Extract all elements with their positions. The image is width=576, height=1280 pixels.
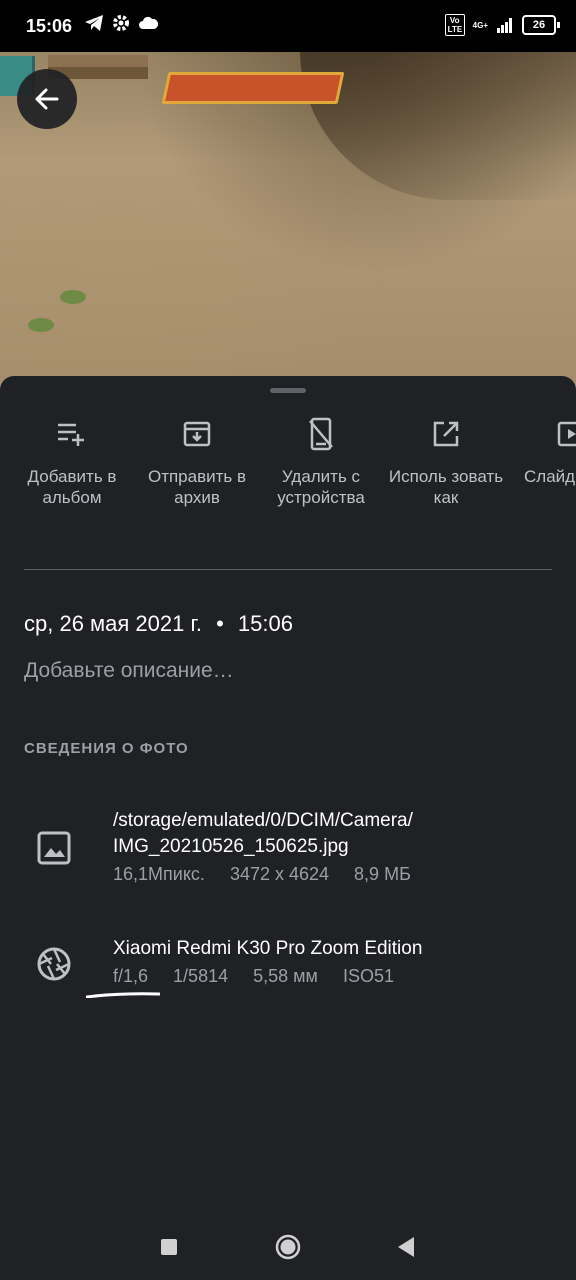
file-resolution: 3472 x 4624 — [229, 864, 330, 884]
photo-bench — [48, 55, 148, 67]
photo-grass — [28, 318, 54, 332]
slideshow-button[interactable]: Слайд — [508, 416, 576, 487]
status-notification-icons — [84, 14, 158, 32]
slideshow-label: Слайд — [524, 467, 576, 486]
datetime-separator: • — [216, 611, 224, 636]
file-megapixels: 16,1Мпикс. — [113, 864, 205, 884]
camera-iso: ISO51 — [342, 966, 394, 986]
battery-icon: 26 — [522, 15, 560, 35]
archive-button[interactable]: Отправить в архив — [135, 416, 259, 508]
camera-shutter: 1/5814 — [173, 966, 229, 986]
photo-date: ср, 26 мая 2021 г. — [24, 611, 202, 636]
photo-sandbox — [161, 72, 345, 104]
home-button[interactable] — [274, 1233, 302, 1261]
section-title: СВЕДЕНИЯ О ФОТО — [24, 740, 189, 757]
cloud-icon — [139, 16, 158, 29]
add-to-album-button[interactable]: Добавить в альбом — [10, 416, 134, 508]
telegram-icon — [85, 15, 103, 31]
delete-from-device-button[interactable]: Удалить с устройства — [259, 416, 383, 508]
photo-grass — [60, 290, 86, 304]
status-system-icons: Vo LTE 4G+ 26 — [444, 14, 560, 36]
archive-icon — [183, 421, 211, 447]
back-button[interactable] — [17, 69, 77, 129]
use-as-label: Исполь зовать как — [388, 467, 504, 507]
sheet-drag-handle[interactable] — [270, 388, 306, 393]
archive-label: Отправить в архив — [147, 467, 247, 507]
file-path-line2: IMG_20210526_150625.jpg — [113, 836, 349, 857]
navigation-bar — [0, 1205, 576, 1280]
image-icon — [37, 831, 71, 865]
camera-aperture-icon — [37, 947, 71, 981]
camera-model: Xiaomi Redmi K30 Pro Zoom Edition — [113, 938, 423, 959]
playlist-add-icon — [58, 423, 84, 446]
photo-datetime: ср, 26 мая 2021 г. • 15:06 — [24, 611, 293, 637]
recents-button[interactable] — [160, 1238, 178, 1256]
status-bar: 15:06 Vo LTE 4G+ 26 — [0, 0, 576, 52]
file-path-line1: /storage/emulated/0/DCIM/Camera/ — [113, 810, 413, 831]
battery-level: 26 — [532, 19, 546, 31]
add-to-album-label: Добавить в альбом — [27, 467, 117, 507]
status-time: 15:06 — [26, 16, 73, 36]
phone-delete-icon — [309, 417, 333, 451]
divider — [24, 569, 552, 570]
volte-icon: Vo LTE — [444, 14, 465, 36]
back-nav-button[interactable] — [396, 1236, 416, 1258]
description-input[interactable]: Добавьте описание… — [24, 659, 234, 683]
network-type: 4G+ — [472, 20, 488, 30]
gear-icon — [113, 15, 129, 31]
arrow-back-icon — [35, 88, 59, 110]
delete-from-device-label: Удалить с устройства — [277, 467, 365, 507]
info-sheet: Добавить в альбом Отправить в архив Удал… — [0, 376, 576, 1280]
camera-focal-length: 5,58 мм — [253, 966, 318, 986]
file-size: 8,9 МБ — [354, 864, 411, 884]
actions-row: Добавить в альбом Отправить в архив Удал… — [0, 416, 576, 546]
open-in-new-icon — [433, 421, 459, 447]
handwritten-underline — [86, 992, 160, 998]
photo-time: 15:06 — [237, 611, 293, 636]
use-as-button[interactable]: Исполь зовать как — [384, 416, 508, 508]
photo-preview[interactable] — [0, 0, 576, 400]
slideshow-icon — [557, 421, 576, 447]
signal-icon — [497, 18, 512, 33]
camera-aperture: f/1,6 — [113, 966, 149, 986]
